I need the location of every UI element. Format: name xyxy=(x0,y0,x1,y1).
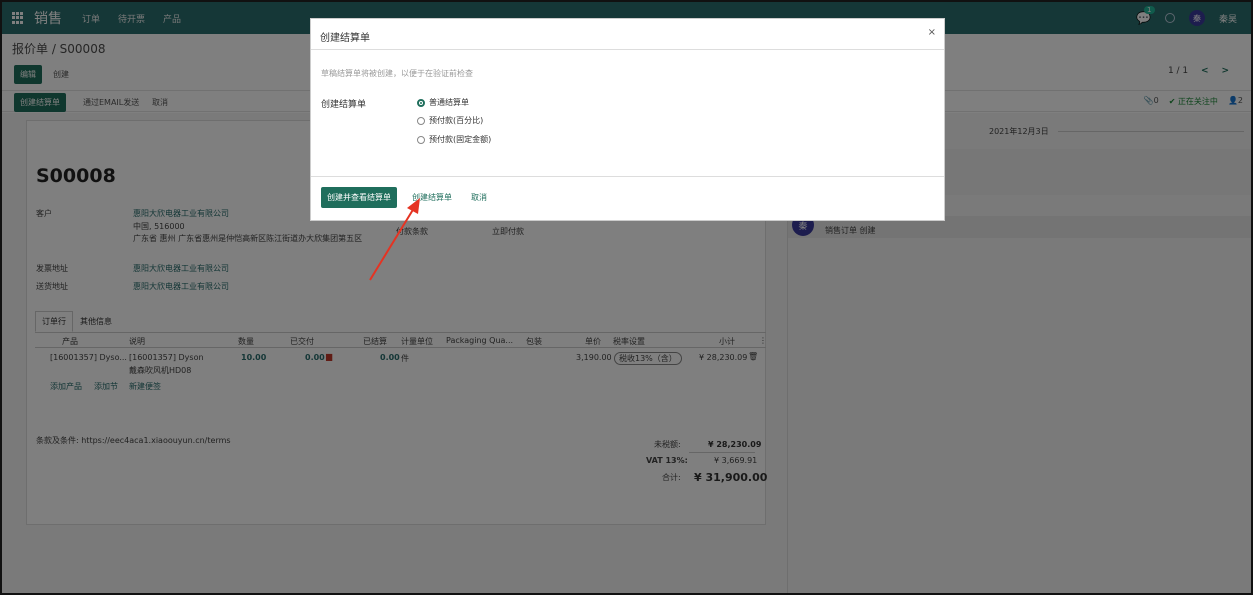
radio-regular-invoice-label[interactable]: 普通结算单 xyxy=(429,97,469,108)
radio-regular-invoice[interactable]: 普通结算单 xyxy=(417,97,469,108)
radio-unchecked-icon[interactable] xyxy=(417,135,425,144)
radio-checked-icon[interactable] xyxy=(417,98,425,107)
create-invoice-dialog: 创建结算单 × 草稿结算单将被创建，以便于在验证前检查 创建结算单 普通结算单 … xyxy=(310,18,945,221)
radio-down-payment-fixed-label[interactable]: 预付款(固定金额) xyxy=(429,134,491,145)
app-window: 销售 订单 待开票 产品 💬1 秦 秦昊 报价单 / S00008 编辑 创建 … xyxy=(0,0,1253,595)
dialog-footer-divider xyxy=(311,176,944,177)
radio-down-payment-fixed[interactable]: 预付款(固定金额) xyxy=(417,134,491,145)
radio-unchecked-icon[interactable] xyxy=(417,116,425,125)
radio-down-payment-percent[interactable]: 预付款(百分比) xyxy=(417,115,483,126)
annotation-arrow-icon xyxy=(369,198,420,281)
dialog-hint: 草稿结算单将被创建，以便于在验证前检查 xyxy=(321,69,473,78)
dialog-header-divider xyxy=(311,49,944,50)
cancel-dialog-button[interactable]: 取消 xyxy=(471,192,487,203)
invoice-type-label: 创建结算单 xyxy=(321,100,367,110)
dialog-title: 创建结算单 xyxy=(320,33,370,44)
close-icon[interactable]: × xyxy=(928,27,936,38)
radio-down-payment-percent-label[interactable]: 预付款(百分比) xyxy=(429,115,483,126)
